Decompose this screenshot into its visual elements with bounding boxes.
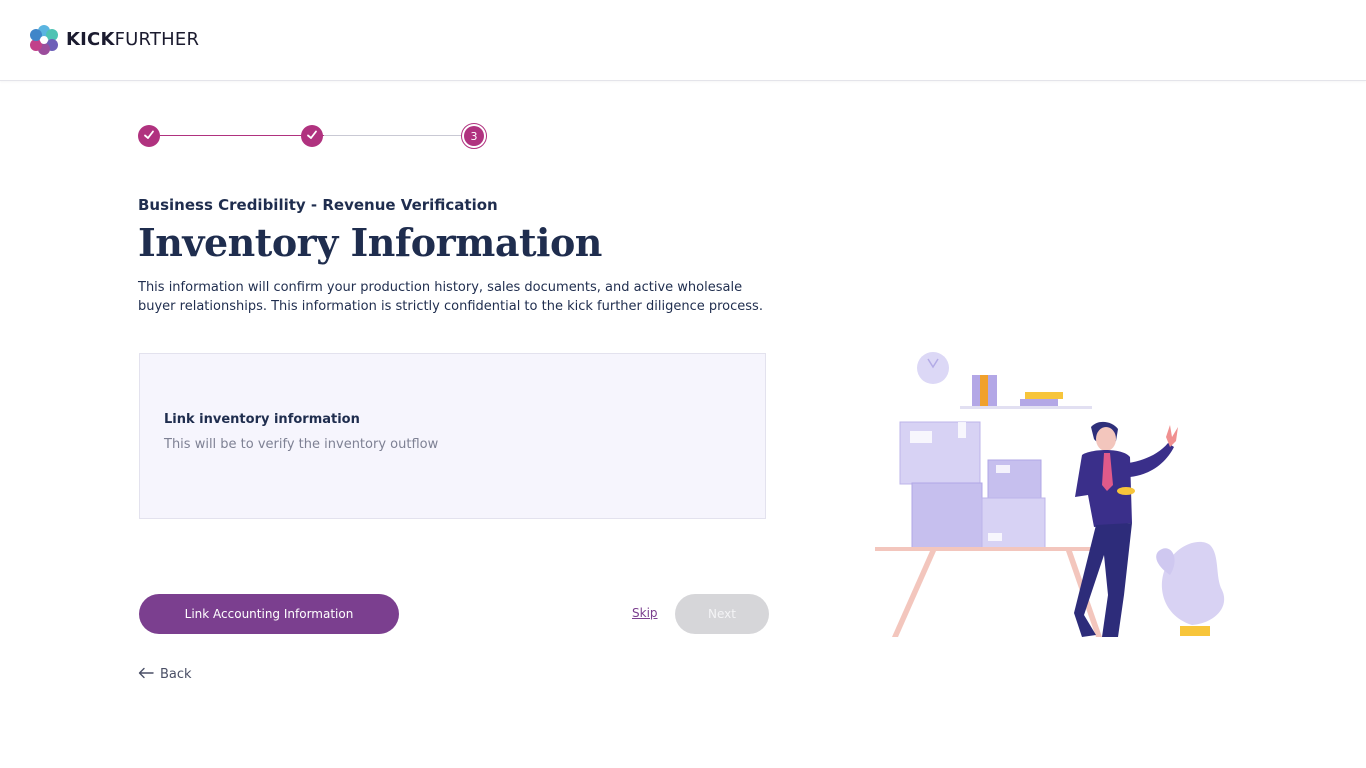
stepper-connector-pending: [324, 135, 462, 136]
back-label: Back: [160, 666, 192, 682]
link-accounting-button[interactable]: Link Accounting Information: [139, 594, 399, 634]
step-3-current: 3: [461, 123, 487, 149]
flower-logo-icon: [28, 24, 60, 56]
brand-logo[interactable]: KICKFURTHER: [28, 24, 199, 56]
warehouse-businessman-illustration: [870, 345, 1240, 640]
page-title: Inventory Information: [138, 220, 602, 265]
skip-link[interactable]: Skip: [632, 606, 658, 620]
link-inventory-card[interactable]: Link inventory information This will be …: [139, 353, 766, 519]
card-subtitle: This will be to verify the inventory out…: [164, 437, 439, 452]
progress-stepper: 3: [138, 123, 490, 149]
arrow-left-icon: [138, 666, 154, 682]
top-header: KICKFURTHER: [0, 0, 1366, 81]
step-1-complete: [138, 125, 160, 147]
step-2-complete: [301, 125, 323, 147]
brand-name-bold: KICK: [66, 29, 115, 50]
next-button[interactable]: Next: [675, 594, 769, 634]
card-title: Link inventory information: [164, 412, 360, 427]
section-eyebrow: Business Credibility - Revenue Verificat…: [138, 196, 498, 214]
step-3-label: 3: [464, 126, 484, 146]
check-icon: [143, 129, 155, 144]
check-icon: [306, 129, 318, 144]
brand-name-rest: FURTHER: [114, 29, 200, 50]
back-link[interactable]: Back: [138, 666, 192, 682]
page-description: This information will confirm your produ…: [138, 280, 763, 314]
brand-wordmark: KICKFURTHER: [66, 24, 199, 56]
